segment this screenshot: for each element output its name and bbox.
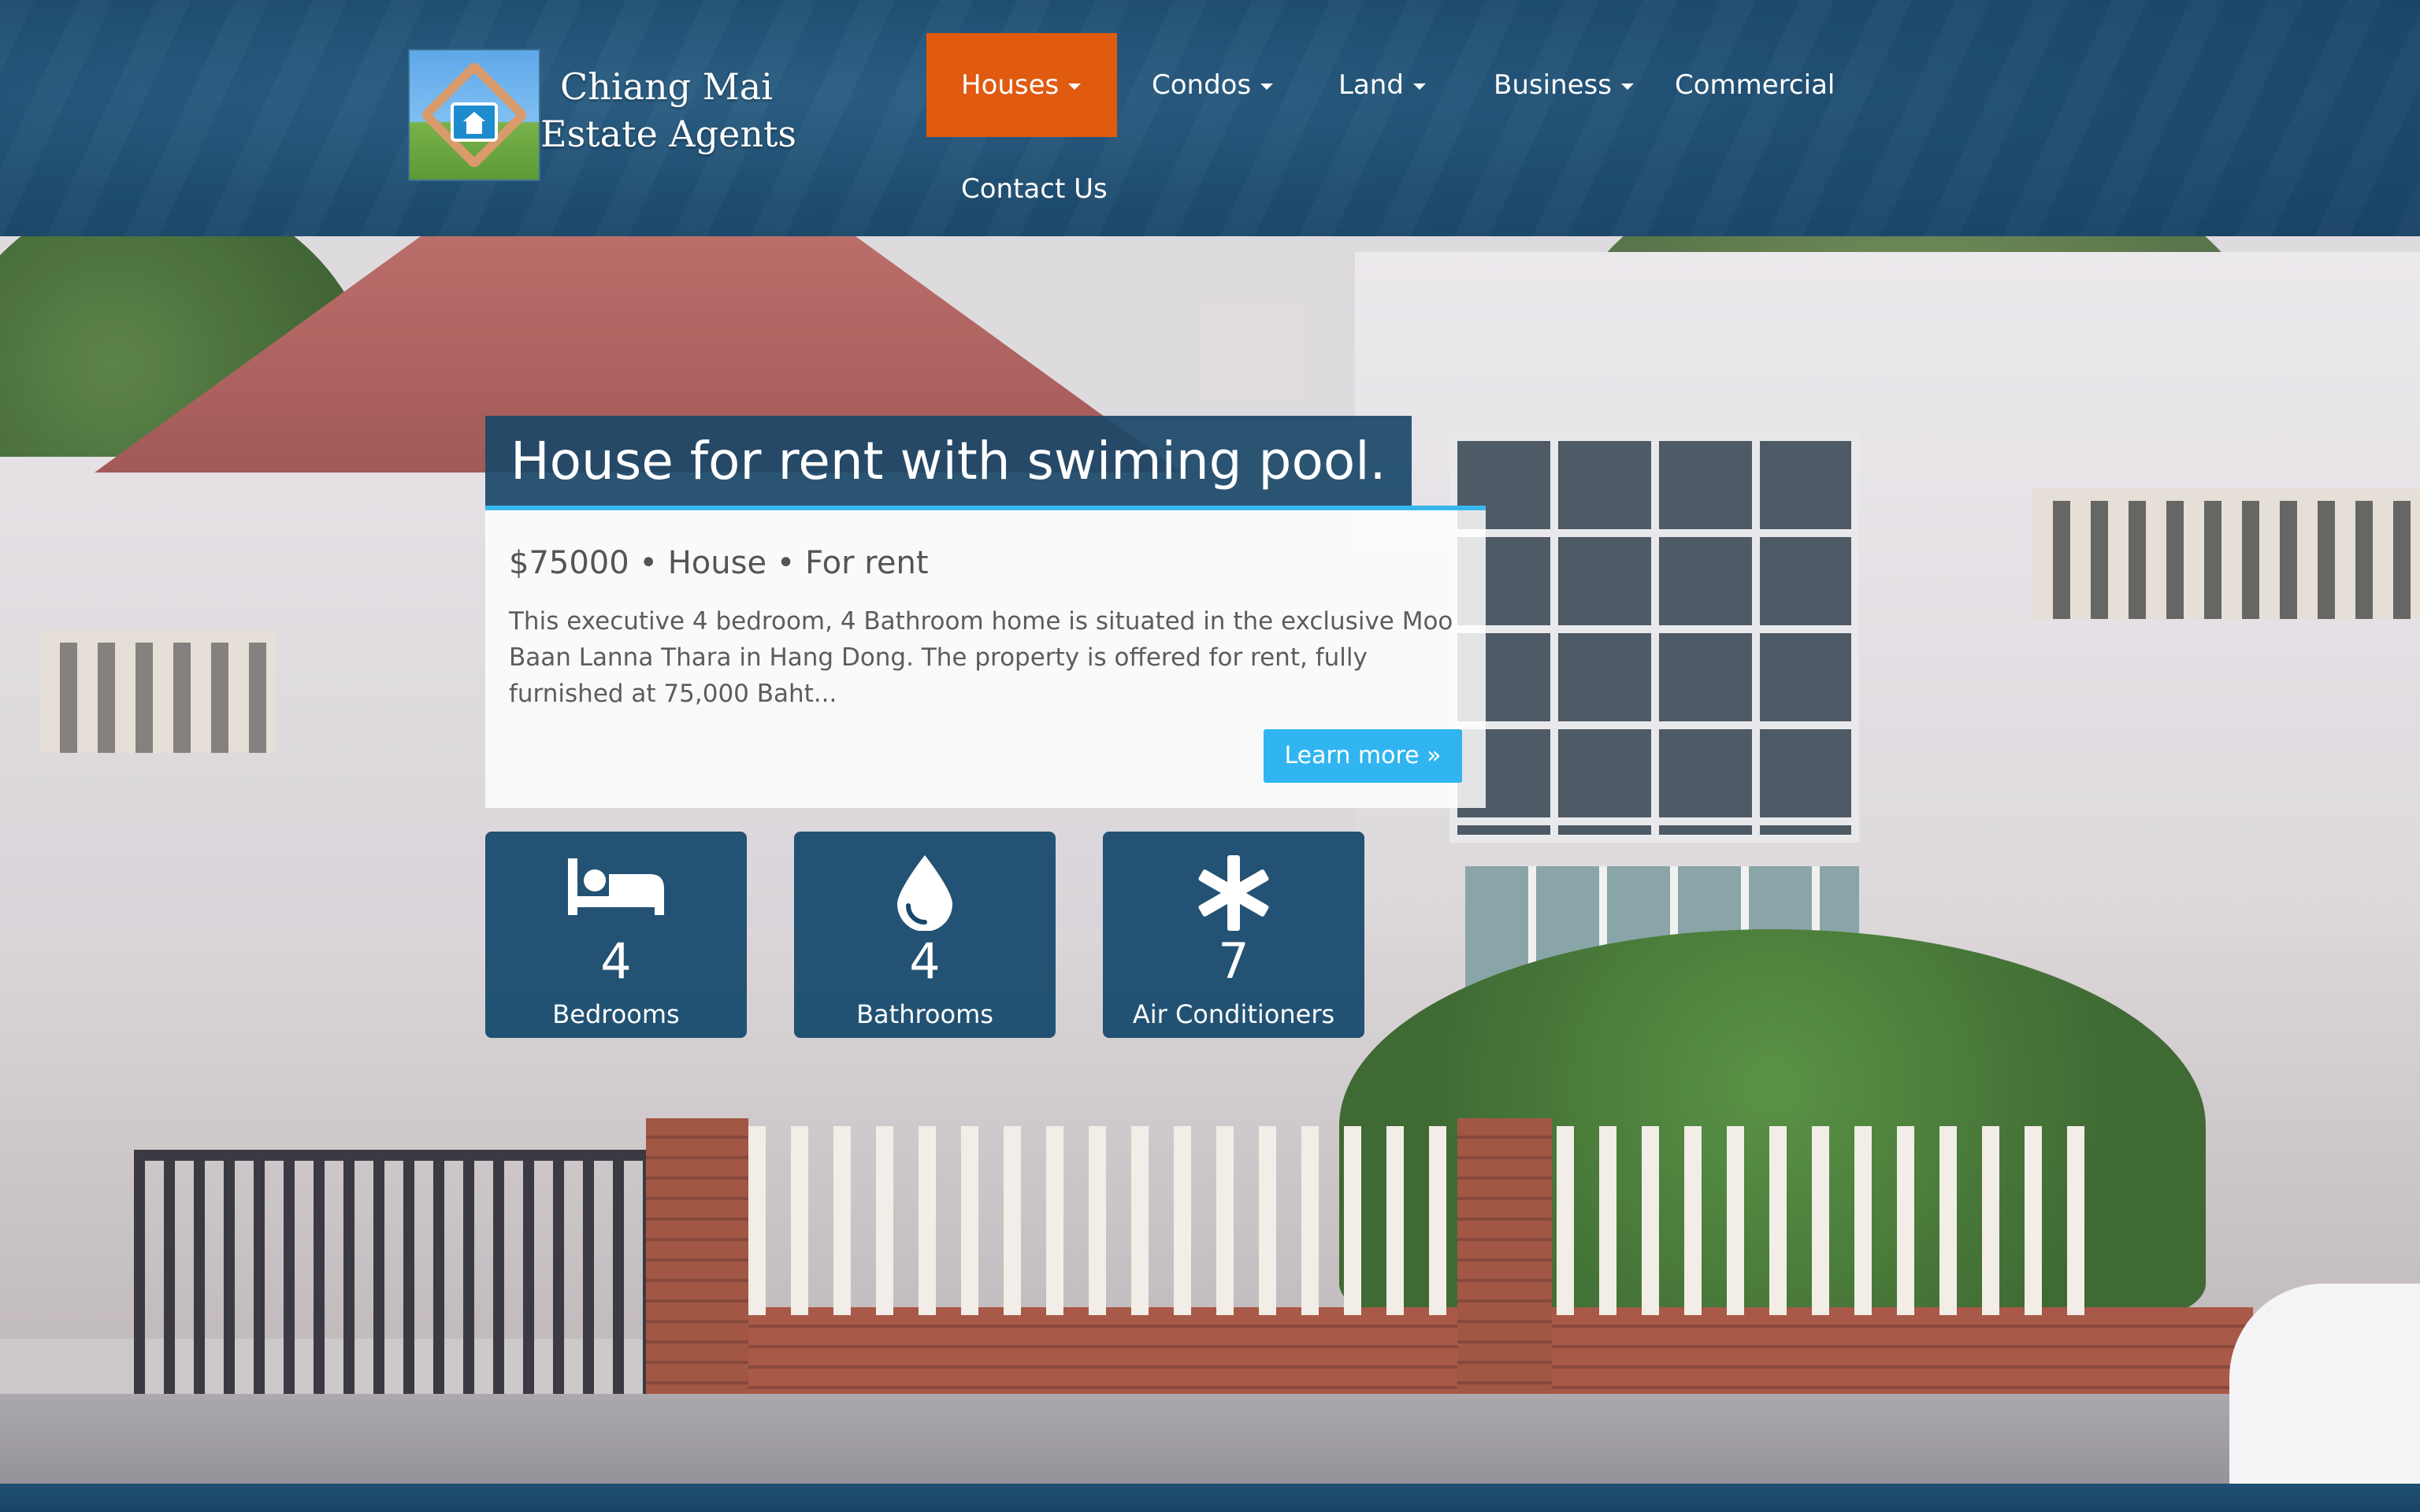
nav-item-label: Condos bbox=[1152, 69, 1252, 101]
site-logo[interactable]: Chiang Mai Estate Agents bbox=[408, 49, 796, 181]
nav-item-label: Commercial bbox=[1675, 69, 1835, 101]
nav-item-label: Contact Us bbox=[961, 173, 1108, 205]
bedrooms-count: 4 bbox=[600, 932, 632, 990]
nav-item-commercial[interactable]: Commercial bbox=[1640, 33, 1869, 137]
feature-card-bedrooms: 4 Bedrooms bbox=[485, 832, 747, 1038]
nav-item-contact[interactable]: Contact Us bbox=[926, 137, 1142, 241]
feature-card-bathrooms: 4 Bathrooms bbox=[794, 832, 1056, 1038]
listing-summary-box: $75000 • House • For rent This executive… bbox=[485, 510, 1486, 808]
air-conditioners-count: 7 bbox=[1218, 932, 1249, 990]
site-header: Chiang Mai Estate Agents Houses Condos L… bbox=[0, 0, 2420, 236]
nav-item-label: Business bbox=[1494, 69, 1612, 101]
title-underline bbox=[485, 506, 1486, 510]
nav-item-label: Land bbox=[1338, 69, 1404, 101]
nav-item-houses[interactable]: Houses bbox=[926, 33, 1117, 137]
listing-subtitle: $75000 • House • For rent bbox=[509, 545, 929, 581]
nav-item-land[interactable]: Land bbox=[1304, 33, 1461, 137]
bathrooms-count: 4 bbox=[909, 932, 941, 990]
listing-title: House for rent with swiming pool. bbox=[485, 416, 1412, 509]
footer-strip bbox=[0, 1484, 2420, 1512]
water-drop-icon bbox=[897, 855, 952, 931]
asterisk-icon bbox=[1198, 855, 1269, 931]
logo-line-2: Estate Agents bbox=[540, 113, 797, 155]
nav-item-condos[interactable]: Condos bbox=[1117, 33, 1308, 137]
caret-down-icon bbox=[1068, 83, 1082, 90]
learn-more-button[interactable]: Learn more » bbox=[1264, 729, 1462, 783]
caret-down-icon bbox=[1620, 83, 1634, 90]
logo-text: Chiang Mai Estate Agents bbox=[540, 63, 797, 158]
air-conditioners-label: Air Conditioners bbox=[1132, 999, 1335, 1029]
listing-description: This executive 4 bedroom, 4 Bathroom hom… bbox=[509, 607, 1453, 708]
house-in-hands-icon bbox=[408, 49, 540, 181]
bathrooms-label: Bathrooms bbox=[856, 999, 993, 1029]
bedrooms-label: Bedrooms bbox=[552, 999, 680, 1029]
logo-line-1: Chiang Mai bbox=[560, 65, 773, 108]
caret-down-icon bbox=[1260, 83, 1274, 90]
bed-icon bbox=[568, 858, 664, 915]
nav-item-business[interactable]: Business bbox=[1459, 33, 1668, 137]
caret-down-icon bbox=[1412, 83, 1426, 90]
nav-item-label: Houses bbox=[961, 69, 1060, 101]
feature-card-air-conditioners: 7 Air Conditioners bbox=[1103, 832, 1364, 1038]
